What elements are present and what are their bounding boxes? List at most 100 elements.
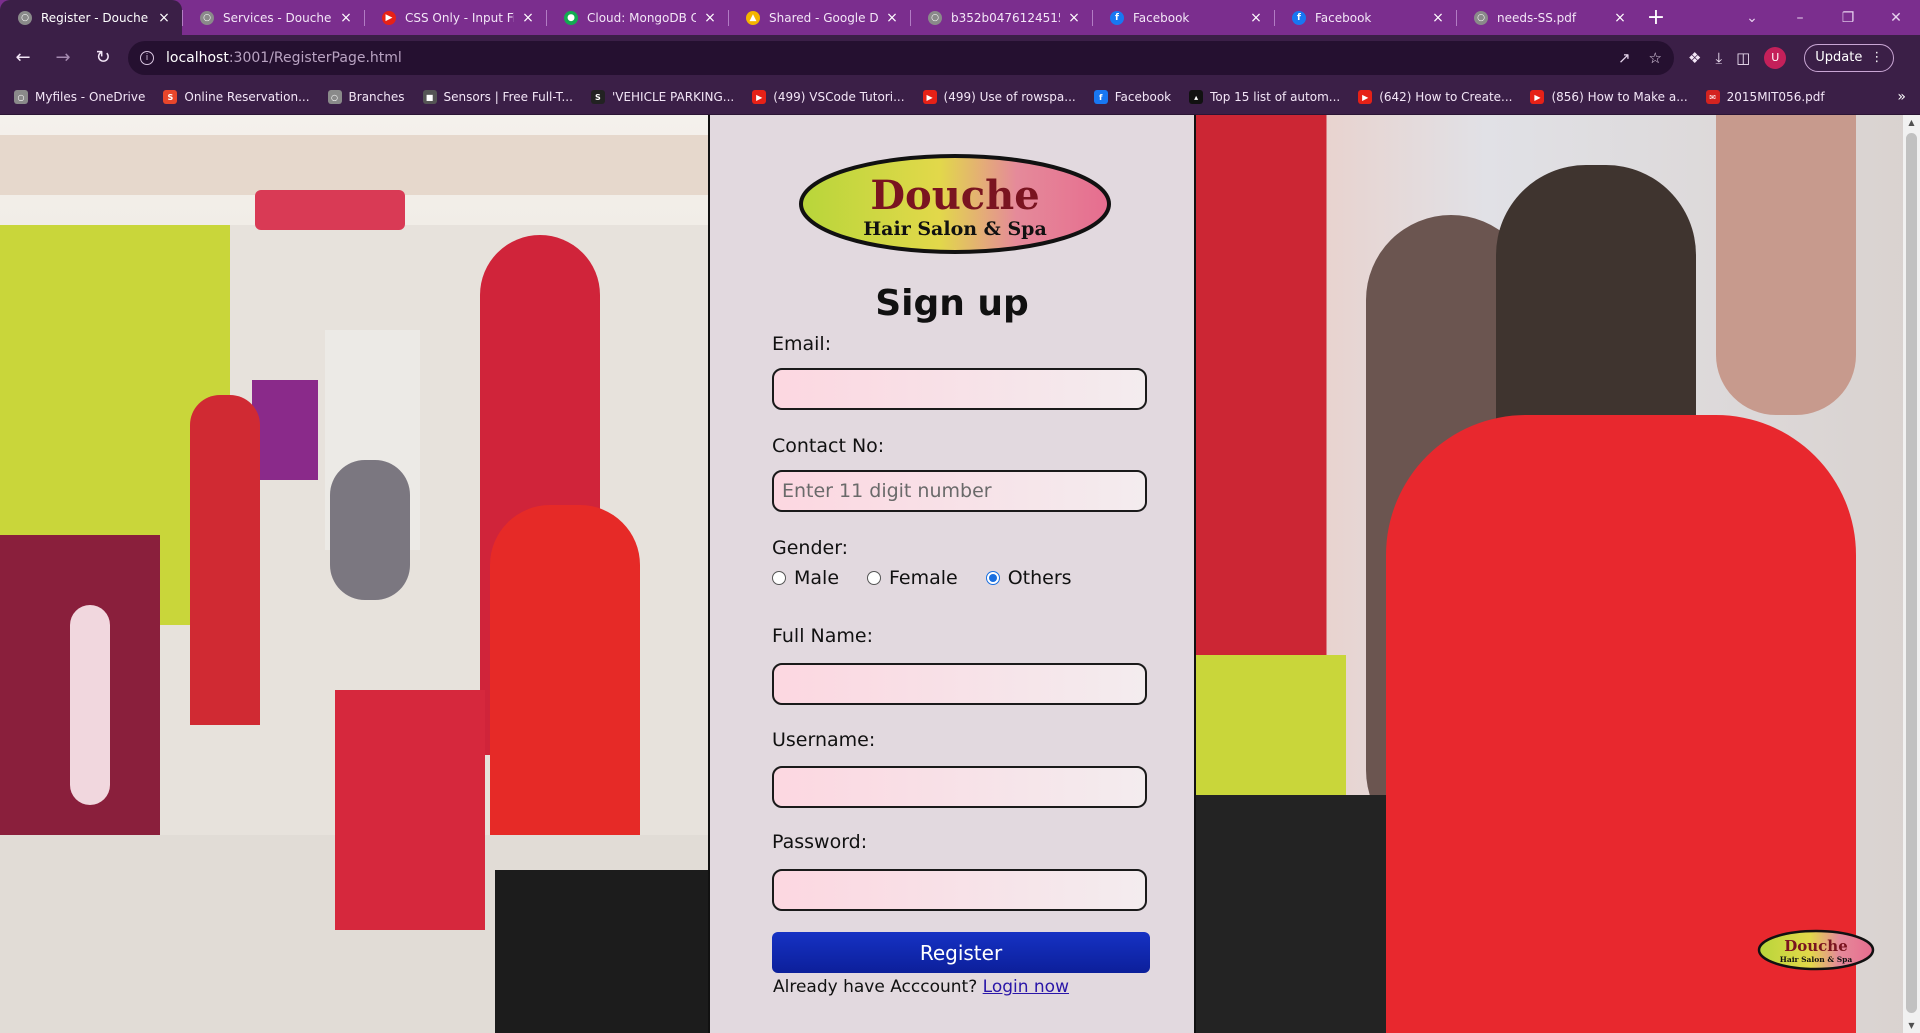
bookmark-label: (499) Use of rowspa... xyxy=(943,90,1076,104)
bookmarks-overflow-icon[interactable]: » xyxy=(1897,89,1906,105)
bookmark-item[interactable]: ▶ (499) VSCode Tutori... xyxy=(752,90,905,104)
globe-icon: ○ xyxy=(928,10,942,25)
gender-option-female[interactable]: Female xyxy=(867,567,958,589)
bookmark-label: Myfiles - OneDrive xyxy=(35,90,146,104)
youtube-icon: ▶ xyxy=(1358,90,1373,104)
register-button[interactable]: Register xyxy=(772,932,1150,973)
bookmark-label: 'VEHICLE PARKING... xyxy=(611,90,735,104)
gender-option-male[interactable]: Male xyxy=(772,567,839,589)
mongodb-icon: ● xyxy=(564,10,578,25)
browser-tab[interactable]: ○ needs-SS.pdf × xyxy=(1456,0,1638,35)
mirror-right xyxy=(1716,115,1856,415)
tab-title: needs-SS.pdf xyxy=(1497,10,1577,25)
bookmark-label: Top 15 list of autom... xyxy=(1210,90,1341,104)
new-tab-plus-icon[interactable]: + xyxy=(1638,0,1674,35)
tab-search-chevron-icon[interactable]: ⌄ xyxy=(1728,10,1776,26)
onedrive-icon: ○ xyxy=(14,90,28,104)
address-bar[interactable]: i localhost:3001/RegisterPage.html ↗ ☆ xyxy=(128,40,1674,75)
email-field[interactable] xyxy=(772,368,1147,410)
close-tab-icon[interactable]: × xyxy=(520,10,536,26)
browser-tab[interactable]: f Facebook × xyxy=(1092,0,1274,35)
close-tab-icon[interactable]: × xyxy=(1248,10,1264,26)
scroll-down-arrow-icon[interactable]: ▼ xyxy=(1903,1021,1920,1030)
bookmark-item[interactable]: ○ Branches xyxy=(327,90,405,104)
scrollbar-thumb[interactable] xyxy=(1906,133,1917,1013)
desk-arch xyxy=(70,605,110,805)
bookmark-item[interactable]: ○ Myfiles - OneDrive xyxy=(14,90,145,104)
purple-poster xyxy=(252,380,318,480)
close-tab-icon[interactable]: × xyxy=(1612,10,1628,26)
site-info-icon[interactable]: i xyxy=(140,50,154,65)
bookmark-item[interactable]: S Online Reservation... xyxy=(163,90,310,104)
restore-icon[interactable]: ❐ xyxy=(1824,10,1872,26)
back-arrow-icon[interactable]: ← xyxy=(6,41,40,75)
close-tab-icon[interactable]: × xyxy=(1066,10,1082,26)
radio-button[interactable] xyxy=(772,571,786,585)
bookmark-label: Sensors | Free Full-T... xyxy=(443,90,573,104)
forward-arrow-icon[interactable]: → xyxy=(46,41,80,75)
bookmark-item[interactable]: ▶ (856) How to Make a... xyxy=(1530,90,1688,104)
update-button[interactable]: Update ⋮ xyxy=(1804,43,1895,72)
browser-tab[interactable]: ○ Register - Douche S × xyxy=(0,0,182,35)
gender-label: Gender: xyxy=(772,537,849,559)
browser-tab[interactable]: ○ b352b0476124515 × xyxy=(910,0,1092,35)
facebook-icon: f xyxy=(1292,10,1306,25)
browser-toolbar: ← → ↻ i localhost:3001/RegisterPage.html… xyxy=(0,35,1920,80)
page-scrollbar[interactable]: ▲ ▼ xyxy=(1903,115,1920,1033)
browser-tab[interactable]: f Facebook × xyxy=(1274,0,1456,35)
side-panel-icon[interactable]: ◫ xyxy=(1736,49,1750,67)
download-icon[interactable]: ⤓ xyxy=(1715,49,1722,67)
browser-tab[interactable]: ● Cloud: MongoDB Cl × xyxy=(546,0,728,35)
ceiling xyxy=(0,135,708,195)
browser-tab[interactable]: ○ Services - Douche S × xyxy=(182,0,364,35)
bookmark-label: (642) How to Create... xyxy=(1379,90,1513,104)
contact-label: Contact No: xyxy=(772,435,885,457)
close-tab-icon[interactable]: × xyxy=(156,10,172,26)
bookmark-item[interactable]: f Facebook xyxy=(1093,90,1172,104)
close-tab-icon[interactable]: × xyxy=(702,10,718,26)
bookmark-label: Facebook xyxy=(1114,90,1172,104)
share-icon[interactable]: ↗ xyxy=(1618,49,1631,67)
login-link[interactable]: Login now xyxy=(983,977,1069,997)
ceiling-red-arch xyxy=(255,190,405,230)
username-field[interactable] xyxy=(772,766,1147,808)
tab-title: b352b0476124515 xyxy=(951,10,1060,25)
close-tab-icon[interactable]: × xyxy=(1430,10,1446,26)
close-tab-icon[interactable]: × xyxy=(884,10,900,26)
profile-avatar[interactable]: U xyxy=(1764,46,1787,69)
close-window-icon[interactable]: ✕ xyxy=(1872,10,1920,26)
bookmark-item[interactable]: ▶ (642) How to Create... xyxy=(1358,90,1512,104)
radio-button[interactable] xyxy=(985,571,1000,585)
bookmark-item[interactable]: ▴ Top 15 list of autom... xyxy=(1189,90,1340,104)
page-icon: ▴ xyxy=(1189,90,1204,104)
reload-icon[interactable]: ↻ xyxy=(86,41,120,75)
corner-logo-subtitle: Hair Salon & Spa xyxy=(1780,955,1853,964)
scroll-up-arrow-icon[interactable]: ▲ xyxy=(1903,118,1920,127)
youtube-icon: ▶ xyxy=(1530,90,1545,104)
close-tab-icon[interactable]: × xyxy=(338,10,354,26)
bookmark-item[interactable]: ■ Sensors | Free Full-T... xyxy=(422,90,573,104)
salon-photo-right xyxy=(1196,115,1920,1033)
youtube-icon: ▶ xyxy=(922,90,937,104)
contact-field[interactable] xyxy=(772,470,1147,512)
gender-radio-group: Male Female Others xyxy=(772,567,1100,589)
radio-button[interactable] xyxy=(867,571,882,585)
pdf-icon: ✉ xyxy=(1705,90,1720,104)
gender-option-others[interactable]: Others xyxy=(985,567,1072,589)
bookmark-item[interactable]: ▶ (499) Use of rowspa... xyxy=(922,90,1076,104)
globe-icon: ○ xyxy=(200,10,214,25)
minimize-icon[interactable]: – xyxy=(1776,10,1824,26)
salon-logo: Douche Hair Salon & Spa xyxy=(799,154,1111,254)
corner-logo-word: Douche xyxy=(1784,937,1848,955)
tab-title: CSS Only - Input Fie xyxy=(405,10,514,25)
bookmark-star-icon[interactable]: ☆ xyxy=(1649,49,1662,67)
browser-tab[interactable]: ▲ Shared - Google Dri × xyxy=(728,0,910,35)
fullname-field[interactable] xyxy=(772,663,1147,705)
bookmark-item[interactable]: ✉ 2015MIT056.pdf xyxy=(1705,90,1825,104)
password-field[interactable] xyxy=(772,869,1147,911)
extensions-puzzle-icon[interactable]: ❖ xyxy=(1688,49,1701,67)
bookmark-item[interactable]: S 'VEHICLE PARKING... xyxy=(590,90,735,104)
stylist-1 xyxy=(190,395,260,725)
page-title: Sign up xyxy=(875,283,1029,324)
browser-tab[interactable]: ▶ CSS Only - Input Fie × xyxy=(364,0,546,35)
